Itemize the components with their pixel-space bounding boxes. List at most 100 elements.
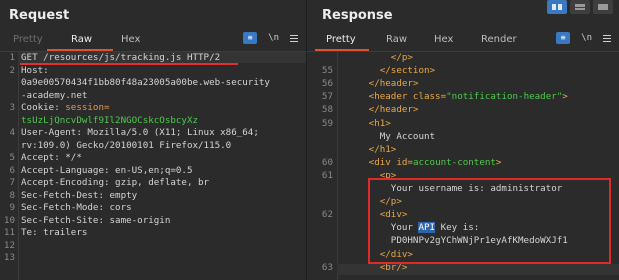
line-number: 60 xyxy=(321,156,333,168)
code-line[interactable]: 60 <div id=account-content> xyxy=(307,157,619,168)
code-line[interactable]: 58 </header> xyxy=(307,104,619,115)
line-number: 2 xyxy=(9,64,15,76)
tab-render[interactable]: Render xyxy=(481,34,517,45)
code-line[interactable]: 11 Te: trailers xyxy=(0,227,306,238)
code-line[interactable]: </h1> xyxy=(307,144,619,155)
code-text: </section> xyxy=(341,65,435,76)
code-line[interactable]: 56 </header> xyxy=(307,78,619,89)
code-token: <div xyxy=(341,156,397,168)
code-text: Host: xyxy=(21,65,49,76)
code-token: 0a9e00570434f1bb80f48a23005a00be.web-sec… xyxy=(21,77,270,88)
code-token: -academy.net xyxy=(21,89,88,101)
pretty-format-icon[interactable]: ≡ xyxy=(243,32,258,44)
line-number: 57 xyxy=(321,91,333,103)
code-text: Te: trailers xyxy=(21,227,87,238)
tab-pretty[interactable]: Pretty xyxy=(13,34,43,45)
pretty-format-icon[interactable]: ≡ xyxy=(556,32,571,44)
code-line[interactable]: 12 xyxy=(0,240,306,251)
code-token: GET /resources/js/tracking.js HTTP/2 xyxy=(21,52,221,63)
request-editor-toolbar: ≡ \n xyxy=(243,32,298,44)
line-number: 12 xyxy=(3,239,15,251)
code-line[interactable]: 4 User-Agent: Mozilla/5.0 (X11; Linux x86… xyxy=(0,127,306,138)
code-token: Accept: */* xyxy=(21,152,82,163)
code-line[interactable]: 1 GET /resources/js/tracking.js HTTP/2 xyxy=(0,52,306,63)
code-token: "notification-header" xyxy=(446,91,563,103)
code-line[interactable]: 9 Sec-Fetch-Mode: cors xyxy=(0,202,306,213)
code-line[interactable]: 8 Sec-Fetch-Dest: empty xyxy=(0,190,306,201)
code-token: </header> xyxy=(341,104,419,116)
code-text: Cookie: session= xyxy=(21,102,110,113)
code-line[interactable]: rv:109.0) Gecko/20100101 Firefox/115.0 xyxy=(0,140,306,151)
line-number: 9 xyxy=(9,202,15,213)
tab-hex[interactable]: Hex xyxy=(434,34,453,45)
line-number: 62 xyxy=(321,209,333,221)
code-token: User-Agent: Mozilla/5.0 (X11; Linux x86_… xyxy=(21,127,259,138)
request-editor[interactable]: 1 GET /resources/js/tracking.js HTTP/2 2 Ho… xyxy=(0,52,306,280)
line-number: 7 xyxy=(9,177,15,188)
split-horizontal-button[interactable] xyxy=(547,0,567,14)
code-token: class= xyxy=(412,91,447,103)
code-line[interactable]: 6 Accept-Language: en-US,en;q=0.5 xyxy=(0,165,306,176)
response-editor-toolbar: ≡ \n xyxy=(556,32,611,44)
code-token: > xyxy=(495,156,502,168)
tab-pretty[interactable]: Pretty xyxy=(326,34,356,45)
line-number: 61 xyxy=(321,169,333,181)
code-line[interactable]: </p> xyxy=(307,52,619,63)
code-text: Accept: */* xyxy=(21,152,82,163)
code-line[interactable]: 57 <header class="notification-header"> xyxy=(307,91,619,102)
code-text: <header class="notification-header"> xyxy=(341,91,568,102)
layout-buttons xyxy=(547,0,613,14)
line-number: 8 xyxy=(9,189,15,201)
line-number: 63 xyxy=(321,261,333,273)
code-token: Te: trailers xyxy=(21,227,88,238)
code-line[interactable]: 13 xyxy=(0,252,306,263)
code-token: <header xyxy=(341,91,413,103)
line-number: 56 xyxy=(321,78,333,90)
code-text: Accept-Language: en-US,en;q=0.5 xyxy=(21,165,192,176)
code-line[interactable]: 7 Accept-Encoding: gzip, deflate, br xyxy=(0,177,306,188)
code-token: id= xyxy=(396,156,413,168)
code-text: Sec-Fetch-Mode: cors xyxy=(21,202,132,213)
code-text: GET /resources/js/tracking.js HTTP/2 xyxy=(21,52,220,63)
code-token: rv:109.0) Gecko/20100101 Firefox/115.0 xyxy=(21,139,232,151)
menu-icon[interactable] xyxy=(603,34,611,42)
code-token: Sec-Fetch-Mode: cors xyxy=(21,202,132,213)
line-number: 59 xyxy=(321,117,333,129)
line-number: 6 xyxy=(9,164,15,176)
code-token: session= xyxy=(65,102,110,113)
code-token: My Account xyxy=(341,130,436,142)
code-text: User-Agent: Mozilla/5.0 (X11; Linux x86_… xyxy=(21,127,259,138)
response-editor[interactable]: </p> 55 </section> 56 </header> 57 <header … xyxy=(307,52,619,280)
code-text: </header> xyxy=(341,104,419,116)
code-token: </section> xyxy=(341,65,436,77)
code-line[interactable]: 55 </section> xyxy=(307,65,619,76)
tab-raw[interactable]: Raw xyxy=(386,34,407,45)
code-token: Sec-Fetch-Site: same-origin xyxy=(21,214,171,226)
newline-toggle-icon[interactable]: \n xyxy=(268,33,279,43)
code-text: My Account xyxy=(341,131,435,142)
tab-raw[interactable]: Raw xyxy=(71,34,92,45)
code-token: </p> xyxy=(341,52,413,63)
single-pane-button[interactable] xyxy=(593,0,613,14)
code-line[interactable]: tsUzLjQncvDwlf9Il2NGOCskcOsbcyXz xyxy=(0,115,306,126)
split-vertical-button[interactable] xyxy=(570,0,590,14)
code-text: rv:109.0) Gecko/20100101 Firefox/115.0 xyxy=(21,140,231,151)
code-line[interactable]: 3 Cookie: session= xyxy=(0,102,306,113)
code-text: <h1> xyxy=(341,118,391,129)
code-text: Accept-Encoding: gzip, deflate, br xyxy=(21,177,209,188)
tab-hex[interactable]: Hex xyxy=(121,34,140,45)
code-token: </header> xyxy=(341,78,419,90)
menu-icon[interactable] xyxy=(290,34,298,42)
code-line[interactable]: My Account xyxy=(307,131,619,142)
line-number: 5 xyxy=(9,152,15,163)
code-line[interactable]: 2 Host: xyxy=(0,65,306,76)
code-line[interactable]: 0a9e00570434f1bb80f48a23005a00be.web-sec… xyxy=(0,77,306,88)
newline-toggle-icon[interactable]: \n xyxy=(581,33,592,43)
code-line[interactable]: -academy.net xyxy=(0,90,306,101)
code-line[interactable]: 10 Sec-Fetch-Site: same-origin xyxy=(0,215,306,226)
code-text: </h1> xyxy=(341,144,397,155)
code-line[interactable]: 59 <h1> xyxy=(307,118,619,129)
code-line[interactable]: 5 Accept: */* xyxy=(0,152,306,163)
code-token: <h1> xyxy=(341,117,391,129)
code-token: Host: xyxy=(21,64,49,76)
